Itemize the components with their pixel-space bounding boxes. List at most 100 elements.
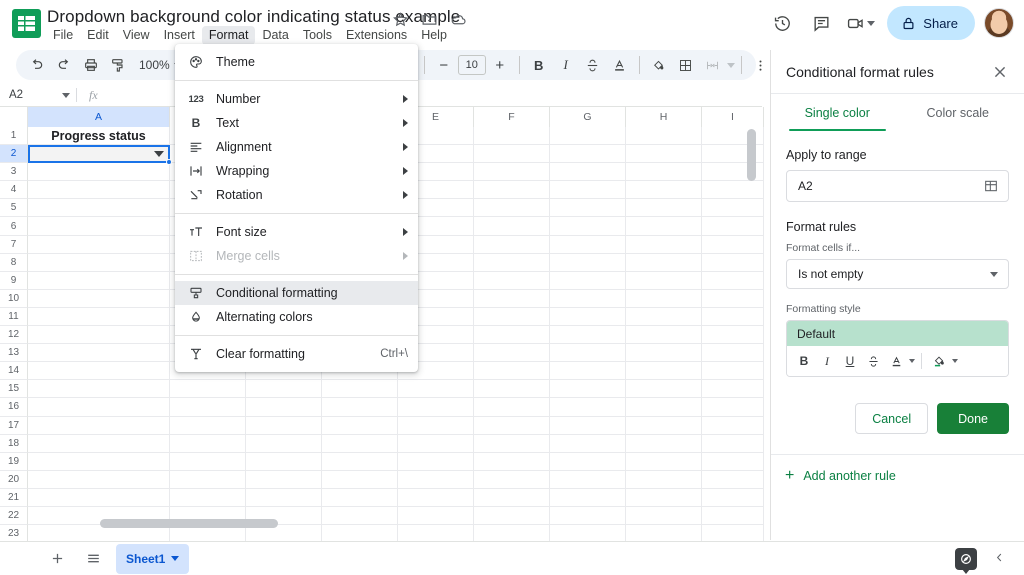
cell-f20[interactable]	[474, 471, 550, 489]
cell-a17[interactable]	[28, 417, 170, 435]
close-icon[interactable]	[990, 62, 1010, 82]
cell-h17[interactable]	[626, 417, 702, 435]
vertical-scrollbar[interactable]	[747, 129, 756, 181]
menu-item-theme[interactable]: Theme	[175, 50, 418, 74]
cell-d20[interactable]	[322, 471, 398, 489]
dropdown-chevron-icon[interactable]	[154, 151, 164, 157]
cell-f16[interactable]	[474, 398, 550, 416]
cell-g5[interactable]	[550, 199, 626, 217]
cell-e17[interactable]	[398, 417, 474, 435]
cell-d18[interactable]	[322, 435, 398, 453]
cell-h3[interactable]	[626, 163, 702, 181]
cell-a18[interactable]	[28, 435, 170, 453]
cell-i15[interactable]	[702, 380, 764, 398]
cell-h9[interactable]	[626, 272, 702, 290]
cell-f9[interactable]	[474, 272, 550, 290]
cell-g6[interactable]	[550, 217, 626, 235]
cell-h6[interactable]	[626, 217, 702, 235]
cell-a13[interactable]	[28, 344, 170, 362]
cell-a3[interactable]	[28, 163, 170, 181]
cell-c15[interactable]	[246, 380, 322, 398]
cell-i13[interactable]	[702, 344, 764, 362]
chevron-left-icon[interactable]	[989, 551, 1010, 567]
row-header-11[interactable]: 11	[0, 308, 28, 326]
cell-h19[interactable]	[626, 453, 702, 471]
cell-h20[interactable]	[626, 471, 702, 489]
row-header-2[interactable]: 2	[0, 145, 28, 163]
redo-icon[interactable]	[51, 52, 77, 78]
cell-h11[interactable]	[626, 308, 702, 326]
strikethrough-icon[interactable]	[580, 52, 606, 78]
column-header-f[interactable]: F	[474, 107, 550, 127]
apply-to-range-input[interactable]: A2	[786, 170, 1009, 202]
cell-g1[interactable]	[550, 127, 626, 145]
fill-handle[interactable]	[166, 159, 172, 165]
row-header-9[interactable]: 9	[0, 272, 28, 290]
menu-file[interactable]: File	[46, 26, 80, 45]
row-header-21[interactable]: 21	[0, 489, 28, 507]
fill-color-icon[interactable]	[928, 350, 950, 372]
cell-a15[interactable]	[28, 380, 170, 398]
cell-g20[interactable]	[550, 471, 626, 489]
cell-g2[interactable]	[550, 145, 626, 163]
menu-extensions[interactable]: Extensions	[339, 26, 414, 45]
italic-icon[interactable]: I	[816, 350, 838, 372]
add-sheet-icon[interactable]	[42, 544, 72, 574]
font-size-value[interactable]: 10	[458, 55, 486, 75]
cell-f6[interactable]	[474, 217, 550, 235]
cell-i8[interactable]	[702, 254, 764, 272]
menu-item-wrapping[interactable]: Wrapping	[175, 159, 418, 183]
row-header-16[interactable]: 16	[0, 398, 28, 416]
cell-c16[interactable]	[246, 398, 322, 416]
menu-item-alignment[interactable]: Alignment	[175, 135, 418, 159]
explore-icon[interactable]	[955, 548, 977, 570]
cell-a7[interactable]	[28, 236, 170, 254]
select-range-icon[interactable]	[983, 178, 999, 194]
cell-g14[interactable]	[550, 362, 626, 380]
cell-g7[interactable]	[550, 236, 626, 254]
row-header-14[interactable]: 14	[0, 362, 28, 380]
cell-i4[interactable]	[702, 181, 764, 199]
row-header-10[interactable]: 10	[0, 290, 28, 308]
cell-h22[interactable]	[626, 507, 702, 525]
menu-data[interactable]: Data	[255, 26, 295, 45]
menu-item-alternating-colors[interactable]: Alternating colors	[175, 305, 418, 329]
row-header-4[interactable]: 4	[0, 181, 28, 199]
cell-f11[interactable]	[474, 308, 550, 326]
decrease-font-size-button[interactable]: −	[431, 52, 457, 78]
cell-i6[interactable]	[702, 217, 764, 235]
cell-b17[interactable]	[170, 417, 246, 435]
share-button[interactable]: Share	[887, 6, 975, 40]
chevron-down-icon[interactable]	[171, 556, 179, 561]
avatar[interactable]	[984, 8, 1014, 38]
column-header-i[interactable]: I	[702, 107, 764, 127]
italic-icon[interactable]: I	[553, 52, 579, 78]
add-another-rule-button[interactable]: + Add another rule	[771, 455, 1024, 483]
cell-i21[interactable]	[702, 489, 764, 507]
cell-g22[interactable]	[550, 507, 626, 525]
cell-f8[interactable]	[474, 254, 550, 272]
name-box[interactable]: A2	[0, 84, 76, 106]
cell-a11[interactable]	[28, 308, 170, 326]
row-header-3[interactable]: 3	[0, 163, 28, 181]
cell-i17[interactable]	[702, 417, 764, 435]
all-sheets-icon[interactable]	[78, 544, 108, 574]
done-button[interactable]: Done	[937, 403, 1009, 434]
cell-h2[interactable]	[626, 145, 702, 163]
cell-g9[interactable]	[550, 272, 626, 290]
cell-g10[interactable]	[550, 290, 626, 308]
tab-single-color[interactable]: Single color	[777, 94, 898, 132]
cell-d22[interactable]	[322, 507, 398, 525]
cell-f4[interactable]	[474, 181, 550, 199]
cell-i18[interactable]	[702, 435, 764, 453]
cell-a19[interactable]	[28, 453, 170, 471]
cell-g15[interactable]	[550, 380, 626, 398]
menu-insert[interactable]: Insert	[157, 26, 202, 45]
cell-g19[interactable]	[550, 453, 626, 471]
cell-h8[interactable]	[626, 254, 702, 272]
cell-f13[interactable]	[474, 344, 550, 362]
cell-e16[interactable]	[398, 398, 474, 416]
tab-color-scale[interactable]: Color scale	[898, 94, 1019, 132]
cell-i9[interactable]	[702, 272, 764, 290]
cell-h4[interactable]	[626, 181, 702, 199]
